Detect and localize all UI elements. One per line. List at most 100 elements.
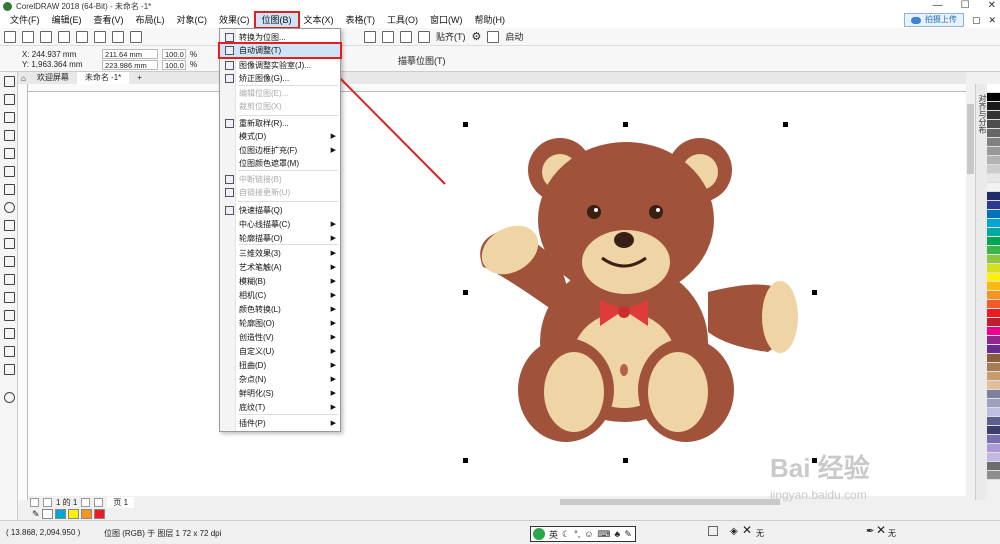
palette-swatch[interactable] xyxy=(987,183,1000,192)
palette-swatch[interactable] xyxy=(987,354,1000,363)
palette-swatch[interactable] xyxy=(987,345,1000,354)
selection-handle[interactable] xyxy=(623,122,628,127)
palette-swatch[interactable] xyxy=(987,408,1000,417)
ime-toolbar[interactable]: 英 ☾ °, ☺ ⌨ ♣ ✎ xyxy=(530,526,636,542)
bitmaps-menu-item[interactable]: 图像调整实验室(J)... xyxy=(220,59,340,72)
freehand-tool-icon[interactable] xyxy=(4,148,15,159)
selection-handle[interactable] xyxy=(463,290,468,295)
scale-y-field[interactable]: 100.0 xyxy=(162,60,186,70)
palette-swatch[interactable] xyxy=(987,93,1000,102)
drawing-canvas[interactable] xyxy=(28,92,966,496)
palette-swatch[interactable] xyxy=(987,444,1000,453)
palette-swatch[interactable] xyxy=(987,381,1000,390)
palette-swatch[interactable] xyxy=(987,138,1000,147)
shape-tool-icon[interactable] xyxy=(4,94,15,105)
palette-swatch[interactable] xyxy=(987,273,1000,282)
add-tool-icon[interactable] xyxy=(4,392,15,403)
palette-swatch[interactable] xyxy=(987,156,1000,165)
last-page-button[interactable] xyxy=(94,497,104,507)
palette-swatch[interactable] xyxy=(987,300,1000,309)
bitmaps-menu-item[interactable]: 模式(D) ▶ xyxy=(220,130,340,143)
palette-swatch[interactable] xyxy=(987,255,1000,264)
fill-icon[interactable]: ◈ xyxy=(730,526,738,537)
palette-swatch[interactable] xyxy=(987,390,1000,399)
trace-bitmap-dropdown[interactable]: 描摹位图(T) xyxy=(398,54,446,67)
bitmaps-menu-item[interactable]: 中心线描摹(C) ▶ xyxy=(220,218,340,231)
artistic-media-icon[interactable] xyxy=(4,166,15,177)
upload-button[interactable]: 拍摄上传 xyxy=(903,13,964,27)
bitmaps-menu-item[interactable]: 杂点(N) ▶ xyxy=(220,373,340,386)
fullscreen-icon[interactable] xyxy=(364,30,376,43)
height-field[interactable]: 223.986 mm xyxy=(102,60,158,70)
transparency-icon[interactable] xyxy=(4,310,15,321)
menu-view[interactable]: 查看(V) xyxy=(88,13,130,27)
outline-pen-icon[interactable]: ✒ xyxy=(866,526,874,537)
teddy-bear-bitmap[interactable] xyxy=(28,92,966,496)
palette-swatch[interactable] xyxy=(987,309,1000,318)
menu-layout[interactable]: 布局(L) xyxy=(130,13,171,27)
emoji-icon[interactable]: ☺ xyxy=(584,529,593,539)
palette-swatch[interactable] xyxy=(987,453,1000,462)
palette-swatch[interactable] xyxy=(987,174,1000,183)
page-tab[interactable]: 页 1 xyxy=(107,496,135,508)
prev-page-button[interactable] xyxy=(43,497,52,507)
palette-swatch[interactable] xyxy=(987,363,1000,372)
palette-swatch[interactable] xyxy=(987,192,1000,201)
add-tab-button[interactable]: + xyxy=(129,72,150,84)
menu-window[interactable]: 窗口(W) xyxy=(424,13,469,27)
color-palette[interactable] xyxy=(987,84,1000,500)
selection-handle[interactable] xyxy=(812,290,817,295)
palette-swatch[interactable] xyxy=(987,219,1000,228)
grid-icon[interactable] xyxy=(400,30,412,43)
palette-swatch[interactable] xyxy=(987,426,1000,435)
menu-tools[interactable]: 工具(O) xyxy=(381,13,424,27)
palette-swatch[interactable] xyxy=(987,462,1000,471)
palette-swatch[interactable] xyxy=(987,372,1000,381)
menu-text[interactable]: 文本(X) xyxy=(298,13,340,27)
palette-swatch[interactable] xyxy=(987,111,1000,120)
horizontal-scrollbar[interactable] xyxy=(560,498,966,506)
launch-icon[interactable] xyxy=(487,30,500,43)
redo-icon[interactable] xyxy=(130,30,142,43)
zoom-tool-icon[interactable] xyxy=(4,130,15,141)
bitmaps-menu-item[interactable]: 相机(C) ▶ xyxy=(220,289,340,302)
pick-tool-icon[interactable] xyxy=(4,76,15,87)
palette-swatch[interactable] xyxy=(987,129,1000,138)
y-position[interactable]: Y: 1,963.364 mm xyxy=(22,60,82,69)
ellipse-tool-icon[interactable] xyxy=(4,202,15,213)
bitmaps-menu-item[interactable]: 创造性(V) ▶ xyxy=(220,331,340,344)
bitmaps-menu-item[interactable]: 模糊(B) ▶ xyxy=(220,275,340,288)
palette-swatch[interactable] xyxy=(987,120,1000,129)
palette-swatch[interactable] xyxy=(987,327,1000,336)
undo-icon[interactable] xyxy=(112,30,124,43)
palette-swatch[interactable] xyxy=(987,165,1000,174)
no-color-swatch[interactable] xyxy=(41,509,53,519)
keyboard-icon[interactable]: ⌨ xyxy=(597,529,610,540)
menu-file[interactable]: 文件(F) xyxy=(4,13,46,27)
palette-swatch[interactable] xyxy=(987,291,1000,300)
new-document-icon[interactable] xyxy=(4,30,16,43)
settings-gear-icon[interactable]: ⚙ xyxy=(472,30,482,43)
ime-language[interactable]: 英 xyxy=(549,528,558,541)
menu-edit[interactable]: 编辑(E) xyxy=(46,13,88,27)
bitmaps-menu-item[interactable]: 自定义(U) ▶ xyxy=(220,345,340,358)
align-distribute-docker[interactable]: 对齐与分布 xyxy=(975,84,987,500)
cut-icon[interactable] xyxy=(76,30,88,43)
moon-icon[interactable]: ☾ xyxy=(562,529,570,540)
palette-swatch[interactable] xyxy=(987,417,1000,426)
bitmaps-menu-item[interactable]: 鲜明化(S) ▶ xyxy=(220,387,340,400)
crop-tool-icon[interactable] xyxy=(4,112,15,123)
bitmaps-menu-item[interactable]: 轮廓图(O) ▶ xyxy=(220,317,340,330)
window-close-icon[interactable]: ✕ xyxy=(988,15,996,26)
parallel-dimension-icon[interactable] xyxy=(4,256,15,267)
width-field[interactable]: 211.64 mm xyxy=(102,49,158,59)
punctuation-icon[interactable]: °, xyxy=(574,529,580,539)
horizontal-ruler[interactable] xyxy=(28,84,966,92)
bitmaps-menu-item[interactable]: 矫正图像(G)... xyxy=(220,72,340,85)
bitmaps-menu-item[interactable]: 轮廓描摹(O) ▶ xyxy=(220,232,340,245)
palette-swatch[interactable] xyxy=(987,282,1000,291)
palette-swatch[interactable] xyxy=(987,201,1000,210)
bitmaps-menu-item[interactable]: 自动调整(T) xyxy=(218,42,342,59)
vertical-scrollbar[interactable] xyxy=(966,84,975,500)
x-position[interactable]: X: 244.937 mm xyxy=(22,50,76,59)
